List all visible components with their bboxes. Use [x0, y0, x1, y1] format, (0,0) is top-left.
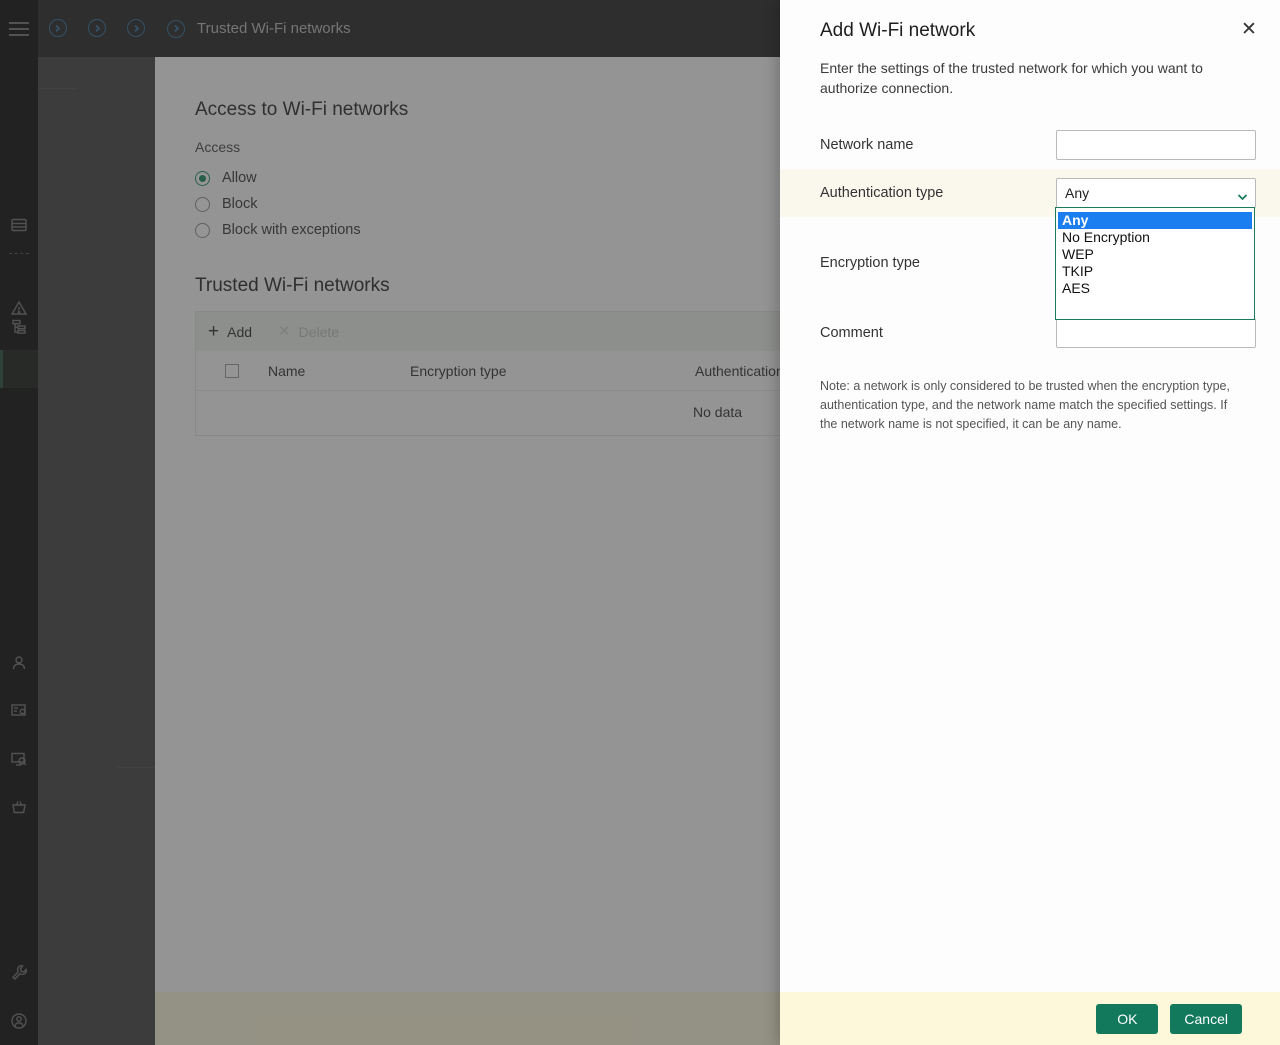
field-row-network-name: Network name	[780, 121, 1280, 169]
ok-button[interactable]: OK	[1096, 1003, 1159, 1034]
dropdown-option-any[interactable]: Any	[1058, 212, 1252, 229]
comment-input[interactable]	[1056, 317, 1256, 348]
chevron-down-icon	[1237, 188, 1248, 204]
dropdown-option-aes[interactable]: AES	[1058, 280, 1252, 297]
control-comment	[1056, 317, 1256, 348]
control-authentication-type: Any	[1056, 177, 1256, 208]
close-icon[interactable]: ✕	[1236, 16, 1262, 42]
label-authentication-type: Authentication type	[820, 184, 944, 201]
encryption-type-dropdown-popup[interactable]: Any No Encryption WEP TKIP AES	[1055, 207, 1255, 320]
dialog-header: Add Wi-Fi network ✕	[780, 0, 1280, 42]
dialog-footer: OK Cancel	[780, 992, 1280, 1045]
dropdown-option-no-encryption[interactable]: No Encryption	[1058, 229, 1252, 246]
app-root: Trusted Wi-Fi networks Access to Wi-Fi n…	[0, 0, 1280, 1045]
modal-overlay[interactable]	[0, 0, 780, 1045]
add-wifi-network-dialog: Add Wi-Fi network ✕ Enter the settings o…	[780, 0, 1280, 1045]
cancel-button[interactable]: Cancel	[1170, 1003, 1242, 1034]
dialog-title: Add Wi-Fi network	[820, 20, 976, 41]
dialog-description: Enter the settings of the trusted networ…	[820, 60, 1203, 97]
label-network-name: Network name	[820, 136, 914, 153]
network-name-input[interactable]	[1056, 129, 1256, 160]
authentication-type-select[interactable]: Any	[1056, 177, 1256, 208]
dialog-note: Note: a network is only considered to be…	[820, 378, 1230, 432]
control-network-name	[1056, 129, 1256, 160]
label-encryption-type: Encryption type	[820, 254, 920, 271]
dropdown-option-wep[interactable]: WEP	[1058, 246, 1252, 263]
label-comment: Comment	[820, 324, 883, 341]
dropdown-option-tkip[interactable]: TKIP	[1058, 263, 1252, 280]
authentication-type-value: Any	[1065, 184, 1090, 201]
